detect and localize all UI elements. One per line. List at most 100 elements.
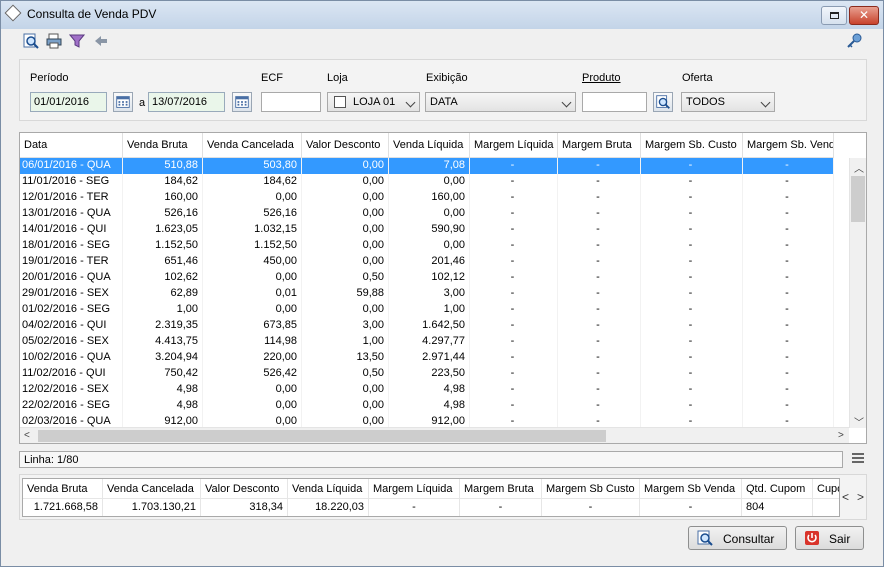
chevron-down-icon: [405, 97, 416, 108]
close-button[interactable]: ✕: [849, 6, 879, 25]
column-header[interactable]: Data: [20, 133, 123, 158]
totals-column: Margem Bruta -: [460, 479, 542, 516]
totals-value: 1.703.130,21: [131, 501, 196, 513]
horizontal-scrollbar[interactable]: < >: [20, 427, 849, 443]
table-cell: 11/02/2016 - QUI: [20, 366, 123, 382]
scroll-left-icon[interactable]: <: [24, 430, 30, 441]
table-cell: 0,00: [302, 302, 389, 318]
app-icon: [4, 4, 22, 22]
column-header[interactable]: Margem Líquida: [470, 133, 558, 158]
restore-button[interactable]: [821, 6, 847, 25]
totals-header: Valor Desconto: [201, 479, 287, 499]
ecf-input[interactable]: [261, 92, 321, 112]
scroll-up-icon[interactable]: ︿: [854, 160, 864, 175]
table-cell: 62,89: [123, 286, 203, 302]
table-row[interactable]: 29/01/2016 - SEX 62,89 0,01 59,88 3,00- - - -: [20, 286, 834, 302]
table-cell: 160,00: [389, 190, 470, 206]
consultar-button[interactable]: Consultar: [688, 526, 787, 550]
table-cell: 220,00: [203, 350, 302, 366]
table-cell: -: [558, 334, 641, 350]
table-cell: 06/01/2016 - QUA: [20, 158, 123, 174]
back-arrow-icon[interactable]: [93, 33, 109, 49]
results-grid[interactable]: Data Venda Bruta Venda Cancelada Valor Desc…: [19, 132, 867, 444]
date-to-input[interactable]: 13/07/2016: [148, 92, 225, 112]
table-cell: -: [743, 350, 834, 366]
table-cell: -: [470, 302, 558, 318]
table-cell: 750,42: [123, 366, 203, 382]
table-row[interactable]: 04/02/2016 - QUI 2.319,35 673,85 3,00 1.642,…: [20, 318, 834, 334]
table-cell: 450,00: [203, 254, 302, 270]
table-cell: 18/01/2016 - SEG: [20, 238, 123, 254]
table-row[interactable]: 10/02/2016 - QUA 3.204,94 220,00 13,50 2.971…: [20, 350, 834, 366]
table-row[interactable]: 18/01/2016 - SEG 1.152,50 1.152,50 0,00 0,00…: [20, 238, 834, 254]
table-cell: -: [743, 398, 834, 414]
table-row[interactable]: 12/01/2016 - TER 160,00 0,00 0,00 160,00- - - -: [20, 190, 834, 206]
produto-search-button[interactable]: [653, 92, 673, 112]
window: Consulta de Venda PDV ✕ Período 01/01/20…: [0, 0, 884, 567]
table-cell: 503,80: [203, 158, 302, 174]
table-cell: 1.642,50: [389, 318, 470, 334]
oferta-select[interactable]: TODOS: [681, 92, 775, 112]
table-cell: 20/01/2016 - QUA: [20, 270, 123, 286]
produto-input[interactable]: [582, 92, 647, 112]
table-cell: 0,00: [203, 302, 302, 318]
table-cell: -: [470, 254, 558, 270]
table-row[interactable]: 13/01/2016 - QUA 526,16 526,16 0,00 0,00- - - -: [20, 206, 834, 222]
table-cell: 11/01/2016 - SEG: [20, 174, 123, 190]
loja-checkbox[interactable]: [334, 96, 346, 108]
table-row[interactable]: 19/01/2016 - TER 651,46 450,00 0,00 201,46- -…: [20, 254, 834, 270]
column-header[interactable]: Venda Bruta: [123, 133, 203, 158]
vertical-scroll-thumb[interactable]: [851, 176, 865, 222]
key-icon[interactable]: [846, 33, 862, 49]
calendar-from-button[interactable]: [113, 92, 133, 112]
table-row[interactable]: 22/02/2016 - SEG 4,98 0,00 0,00 4,98- - - -: [20, 398, 834, 414]
horizontal-scroll-thumb[interactable]: [38, 430, 606, 442]
column-header[interactable]: Venda Cancelada: [203, 133, 302, 158]
column-header[interactable]: Margem Sb. Venda: [743, 133, 834, 158]
table-cell: -: [470, 190, 558, 206]
totals-header: Qtd. Cupom: [742, 479, 812, 499]
table-cell: -: [558, 270, 641, 286]
totals-header: Venda Bruta: [23, 479, 102, 499]
oferta-label: Oferta: [682, 72, 713, 84]
exibicao-select[interactable]: DATA: [425, 92, 576, 112]
table-row[interactable]: 06/01/2016 - QUA 510,88 503,80 0,00 7,08- - - -: [20, 158, 834, 174]
table-row[interactable]: 11/01/2016 - SEG 184,62 184,62 0,00 0,00- - - -: [20, 174, 834, 190]
table-row[interactable]: 05/02/2016 - SEX 4.413,75 114,98 1,00 4.297,…: [20, 334, 834, 350]
table-cell: -: [641, 318, 743, 334]
totals-value: -: [688, 501, 693, 513]
table-cell: 1.152,50: [123, 238, 203, 254]
table-row[interactable]: 20/01/2016 - QUA 102,62 0,00 0,50 102,12- - - -: [20, 270, 834, 286]
totals-prev-icon[interactable]: <: [842, 490, 849, 504]
sair-button[interactable]: Sair: [795, 526, 864, 550]
date-from-input[interactable]: 01/01/2016: [30, 92, 107, 112]
table-cell: -: [743, 382, 834, 398]
table-cell: -: [641, 398, 743, 414]
vertical-scrollbar[interactable]: ︿ ﹀: [849, 158, 866, 429]
produto-link[interactable]: Produto: [582, 72, 621, 84]
preview-icon[interactable]: [23, 33, 39, 49]
table-cell: 2.971,44: [389, 350, 470, 366]
scroll-right-icon[interactable]: >: [838, 430, 844, 441]
table-cell: 19/01/2016 - TER: [20, 254, 123, 270]
table-row[interactable]: 11/02/2016 - QUI 750,42 526,42 0,50 223,50- -…: [20, 366, 834, 382]
print-icon[interactable]: [46, 33, 62, 49]
table-cell: 526,16: [123, 206, 203, 222]
table-cell: 10/02/2016 - QUA: [20, 350, 123, 366]
grid-body: 06/01/2016 - QUA 510,88 503,80 0,00 7,08- - - -…: [20, 158, 834, 430]
loja-select[interactable]: LOJA 01: [327, 92, 420, 112]
totals-next-icon[interactable]: >: [857, 490, 864, 504]
table-row[interactable]: 12/02/2016 - SEX 4,98 0,00 0,00 4,98- - - -: [20, 382, 834, 398]
column-header[interactable]: Valor Desconto: [302, 133, 389, 158]
table-cell: 22/02/2016 - SEG: [20, 398, 123, 414]
column-header[interactable]: Margem Sb. Custo: [641, 133, 743, 158]
totals-column: Venda Líquida 18.220,03: [288, 479, 369, 516]
scroll-down-icon[interactable]: ﹀: [854, 414, 864, 429]
column-header[interactable]: Margem Bruta: [558, 133, 641, 158]
table-row[interactable]: 14/01/2016 - QUI 1.623,05 1.032,15 0,00 590,…: [20, 222, 834, 238]
calendar-to-button[interactable]: [232, 92, 252, 112]
filter-icon[interactable]: [69, 33, 85, 49]
menu-icon[interactable]: [852, 453, 864, 463]
column-header[interactable]: Venda Líquida: [389, 133, 470, 158]
table-row[interactable]: 01/02/2016 - SEG 1,00 0,00 0,00 1,00- - - -: [20, 302, 834, 318]
